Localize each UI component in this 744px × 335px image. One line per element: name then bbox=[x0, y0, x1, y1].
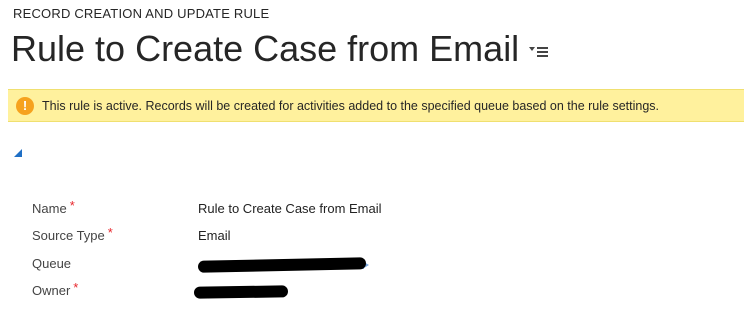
warning-exclamation-icon: ! bbox=[16, 96, 34, 115]
title-row: Rule to Create Case from Email bbox=[11, 26, 549, 72]
record-title: Rule to Create Case from Email bbox=[11, 28, 520, 69]
field-value-name[interactable]: Rule to Create Case from Email bbox=[198, 201, 382, 216]
required-asterisk: * bbox=[69, 198, 75, 213]
field-label-owner-text: Owner bbox=[32, 283, 71, 298]
form-selector-menu-icon[interactable] bbox=[529, 45, 549, 64]
field-label-queue: Queue bbox=[32, 256, 71, 271]
section-collapse-toggle-icon[interactable] bbox=[13, 145, 23, 157]
field-label-queue-text: Queue bbox=[32, 256, 72, 271]
field-value-source-type[interactable]: Email bbox=[198, 228, 231, 243]
field-label-source-type: Source Type * bbox=[32, 225, 113, 243]
field-row-source-type: Source Type * Email bbox=[0, 225, 744, 252]
field-row-queue: Queue bbox=[0, 256, 744, 280]
notification-bar: ! This rule is active. Records will be c… bbox=[8, 89, 744, 122]
field-row-owner: Owner * bbox=[0, 280, 744, 307]
required-asterisk: * bbox=[73, 280, 79, 295]
redaction-mark-owner bbox=[193, 285, 289, 299]
field-label-source-type-text: Source Type bbox=[32, 228, 105, 243]
notification-text: This rule is active. Records will be cre… bbox=[42, 98, 660, 113]
field-row-name: Name * Rule to Create Case from Email bbox=[0, 198, 744, 225]
entity-type-label: RECORD CREATION AND UPDATE RULE bbox=[13, 6, 270, 21]
field-label-name-text: Name bbox=[32, 201, 67, 216]
required-asterisk: * bbox=[107, 225, 113, 240]
field-label-owner: Owner * bbox=[32, 280, 79, 298]
field-label-name: Name * bbox=[32, 198, 75, 216]
